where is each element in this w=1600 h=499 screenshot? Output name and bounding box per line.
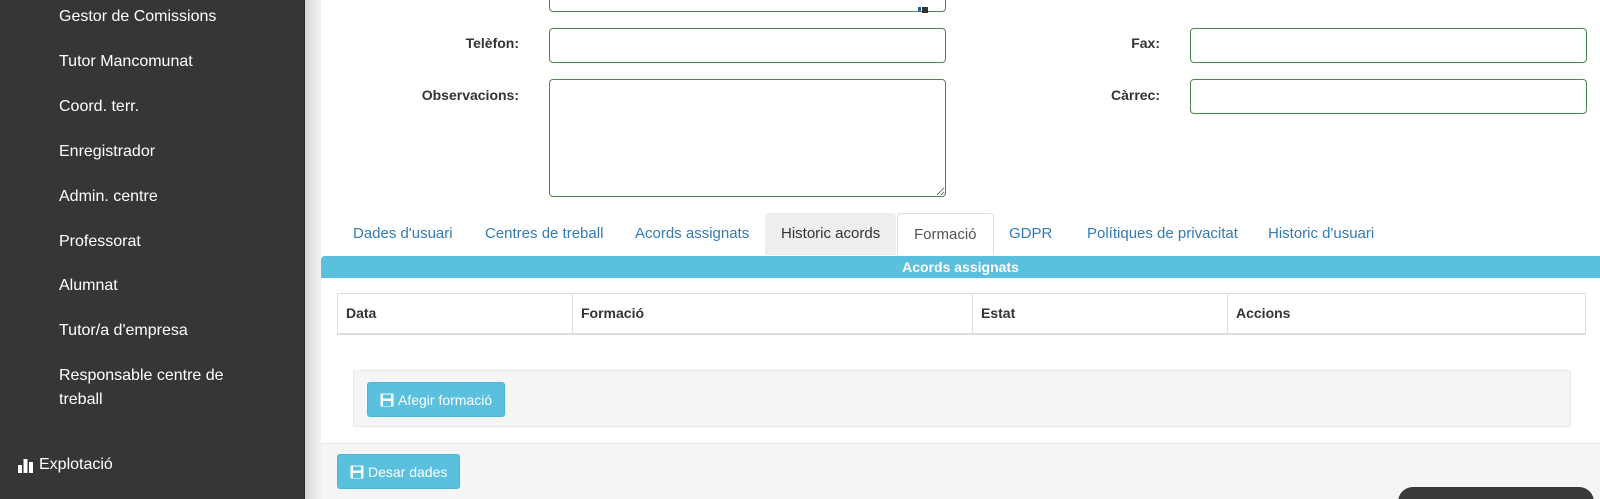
add-training-label: Afegir formació bbox=[398, 391, 493, 408]
carrec-label: Càrrec: bbox=[1110, 87, 1160, 103]
table-header-row: Data Formació Estat Accions bbox=[337, 293, 1586, 335]
sidebar-item-tutor-mancomunat[interactable]: Tutor Mancomunat bbox=[59, 50, 193, 74]
tab-gdpr[interactable]: GDPR bbox=[993, 213, 1068, 255]
fax-input[interactable] bbox=[1190, 28, 1587, 63]
fax-label: Fax: bbox=[1131, 35, 1160, 51]
sidebar-shadow bbox=[305, 0, 321, 499]
column-header-estat[interactable]: Estat bbox=[972, 293, 1228, 335]
sidebar-item-alumnat[interactable]: Alumnat bbox=[59, 274, 118, 298]
add-training-button[interactable]: Afegir formació bbox=[367, 382, 506, 417]
input-addon-icon bbox=[918, 0, 928, 13]
sidebar-item-enregistrador[interactable]: Enregistrador bbox=[59, 140, 155, 164]
observacions-label: Observacions: bbox=[421, 87, 519, 103]
floating-chat-widget[interactable] bbox=[1398, 487, 1594, 499]
column-header-accions[interactable]: Accions bbox=[1227, 293, 1586, 335]
sidebar-item-admin-centre[interactable]: Admin. centre bbox=[59, 185, 158, 209]
sidebar: Gestor de Comissions Tutor Mancomunat Co… bbox=[0, 0, 305, 499]
table-footer-well bbox=[353, 370, 1571, 427]
sidebar-section-explotacio[interactable]: Explotació bbox=[18, 453, 113, 477]
tab-acords-assignats[interactable]: Acords assignats bbox=[619, 213, 765, 255]
save-button[interactable]: Desar dades bbox=[337, 454, 461, 489]
observacions-textarea[interactable] bbox=[549, 79, 946, 197]
previous-field-input[interactable] bbox=[549, 0, 946, 12]
tab-dades-usuari[interactable]: Dades d'usuari bbox=[337, 213, 469, 255]
sidebar-section-label: Explotació bbox=[39, 456, 113, 473]
sidebar-item-tutor-empresa[interactable]: Tutor/a d'empresa bbox=[59, 319, 188, 343]
tab-historic-usuari[interactable]: Historic d'usuari bbox=[1252, 213, 1390, 255]
column-header-formacio[interactable]: Formació bbox=[572, 293, 973, 335]
column-header-data[interactable]: Data bbox=[337, 293, 573, 335]
bar-chart-icon bbox=[18, 458, 33, 473]
save-icon bbox=[350, 465, 364, 479]
sidebar-item-professorat[interactable]: Professorat bbox=[59, 230, 141, 254]
tab-historic-acords[interactable]: Historic acords bbox=[765, 213, 897, 255]
tab-formacio[interactable]: Formació bbox=[897, 213, 994, 255]
panel-title: Acords assignats bbox=[321, 256, 1600, 278]
save-label: Desar dades bbox=[368, 463, 448, 480]
tab-politiques-privacitat[interactable]: Polítiques de privacitat bbox=[1071, 213, 1254, 255]
carrec-input[interactable] bbox=[1190, 79, 1587, 114]
save-icon bbox=[380, 393, 394, 407]
tab-centres-treball[interactable]: Centres de treball bbox=[469, 213, 619, 255]
sidebar-item-responsable-centre[interactable]: Responsable centre de treball bbox=[59, 364, 259, 412]
telefon-label: Telèfon: bbox=[465, 35, 519, 51]
sidebar-item-gestor-comissions[interactable]: Gestor de Comissions bbox=[59, 5, 216, 29]
acords-table: Data Formació Estat Accions bbox=[337, 293, 1586, 335]
sidebar-item-coord-terr[interactable]: Coord. terr. bbox=[59, 95, 139, 119]
telefon-input[interactable] bbox=[549, 28, 946, 63]
